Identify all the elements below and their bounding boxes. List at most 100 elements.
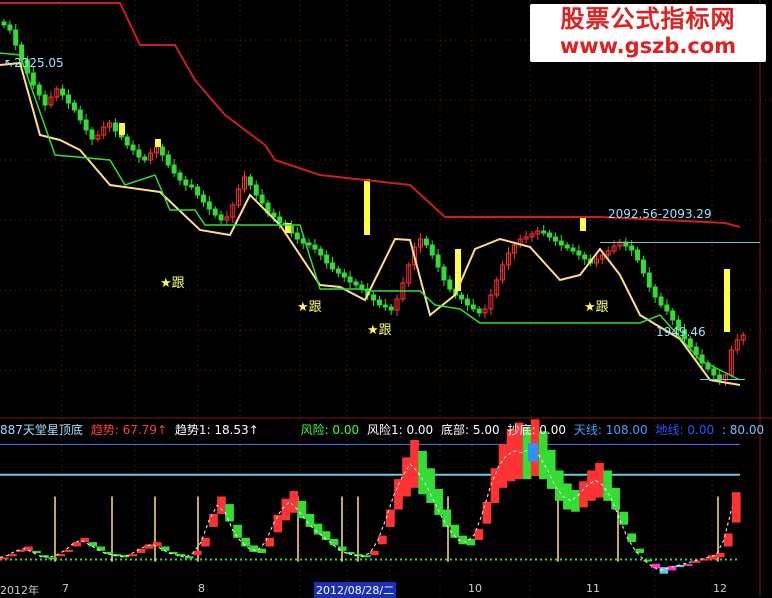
candle-body xyxy=(371,294,377,301)
candle-body xyxy=(77,109,83,121)
candle-body xyxy=(171,164,177,174)
candle-body xyxy=(640,259,646,274)
candle-body xyxy=(576,250,582,256)
trend-ribbon-bar xyxy=(32,550,41,554)
trend-ribbon-bar xyxy=(538,431,548,480)
candle-body xyxy=(218,214,224,221)
trend-ribbon-bar xyxy=(643,559,653,562)
trend-ribbon-bar xyxy=(48,557,57,560)
indicator-bottom: 底部: 5.00 xyxy=(441,423,500,437)
trend-ribbon-bar xyxy=(611,487,620,510)
trend-ribbon-bar xyxy=(136,548,146,554)
trend-ribbon-bar xyxy=(80,537,90,543)
candle-body xyxy=(552,236,558,242)
signal-bar xyxy=(724,269,730,332)
signal-bar xyxy=(119,123,125,135)
candle-body xyxy=(142,156,148,161)
sky-marker xyxy=(528,443,538,462)
trend-ribbon-bar xyxy=(88,542,98,547)
trend-ribbon-bar xyxy=(289,491,299,513)
candle-body xyxy=(652,286,658,298)
indicator-trend: 趋势: 67.79↑ xyxy=(90,423,168,437)
trend-ribbon-bar xyxy=(64,549,73,552)
candle-body xyxy=(13,29,19,46)
trend-ribbon-bar xyxy=(571,489,580,512)
candle-body xyxy=(382,304,388,308)
trend-ribbon-bar xyxy=(72,542,82,547)
trend-ribbon-bar xyxy=(128,554,138,557)
signal-bar xyxy=(364,179,370,235)
signal-bar xyxy=(155,139,161,147)
trend-ribbon-bar xyxy=(651,563,661,569)
trend-ribbon-bar xyxy=(281,498,291,521)
trend-ribbon-bar xyxy=(410,440,419,488)
indicator-buy-bottom: 抄底: 0.00 xyxy=(507,423,567,437)
x-tick-7: 7 xyxy=(62,582,69,595)
candle-body xyxy=(247,176,253,186)
candle-body xyxy=(306,242,312,246)
candle-body xyxy=(547,232,553,238)
candle-body xyxy=(335,268,341,274)
trend-ribbon-bar xyxy=(313,523,323,535)
trend-ribbon-bar xyxy=(193,550,202,556)
candle-body xyxy=(318,248,324,256)
trend-ribbon-bar xyxy=(8,554,17,557)
trend-ribbon-bar xyxy=(233,524,242,538)
candle-body xyxy=(324,254,330,264)
candle-body xyxy=(687,338,693,348)
candle-body xyxy=(212,208,218,216)
x-tick-11: 11 xyxy=(586,582,600,595)
trend-ribbon-bar xyxy=(249,545,258,552)
candle-body xyxy=(189,184,195,188)
star-signal-4: ★跟 xyxy=(584,300,609,315)
trend-ribbon-bar xyxy=(555,470,564,501)
candle-body xyxy=(629,245,635,251)
candle-body xyxy=(447,279,453,290)
candle-body xyxy=(177,172,183,181)
trend-ribbon-bar xyxy=(305,513,315,527)
stock-chart[interactable] xyxy=(0,0,772,596)
high-annotation: ↖2325.05 xyxy=(4,56,64,70)
candle-body xyxy=(1,21,7,26)
trend-ribbon-bar xyxy=(225,504,234,522)
candle-body xyxy=(635,249,641,261)
candle-body xyxy=(670,310,676,321)
trend-ribbon-bar xyxy=(442,509,452,527)
watermark-url: www.gszb.com xyxy=(559,34,737,58)
signal-bar xyxy=(580,217,586,231)
candle-body xyxy=(206,201,212,210)
trend-ribbon-bar xyxy=(603,470,612,501)
trend-ribbon-bar xyxy=(0,557,9,560)
indicator-name[interactable]: 887天堂星顶底 xyxy=(0,423,83,437)
candle-body xyxy=(165,154,171,166)
candle-body xyxy=(71,102,77,111)
candle-body xyxy=(124,136,130,146)
candle-body xyxy=(582,254,588,260)
trend-ribbon-bar xyxy=(337,546,347,551)
candle-body xyxy=(558,240,564,246)
trend-ribbon-bar xyxy=(466,538,476,546)
candle-body xyxy=(312,244,318,250)
star-signal-3: ★跟 xyxy=(367,323,392,338)
x-tick-10: 10 xyxy=(468,582,482,595)
trend-ribbon-bar xyxy=(595,462,604,498)
candle-body xyxy=(341,272,347,278)
trend-ribbon-bar xyxy=(426,468,435,504)
trend-ribbon-bar xyxy=(498,444,508,488)
candle-body xyxy=(353,281,359,286)
candle-body xyxy=(459,294,465,300)
trend-ribbon-bar xyxy=(329,538,339,546)
x-tick-8: 8 xyxy=(198,582,205,595)
candle-body xyxy=(347,276,353,283)
candle-body xyxy=(541,230,547,234)
candle-body xyxy=(195,186,201,196)
candle-body xyxy=(570,247,576,252)
candle-body xyxy=(376,299,382,306)
candle-body xyxy=(564,244,570,249)
candle-body xyxy=(464,298,470,306)
trend-ribbon-bar xyxy=(715,553,725,558)
chart-grid xyxy=(0,0,772,596)
star-signal-2: ★跟 xyxy=(297,300,322,315)
candle-body xyxy=(388,306,394,311)
candle-body xyxy=(159,146,165,156)
